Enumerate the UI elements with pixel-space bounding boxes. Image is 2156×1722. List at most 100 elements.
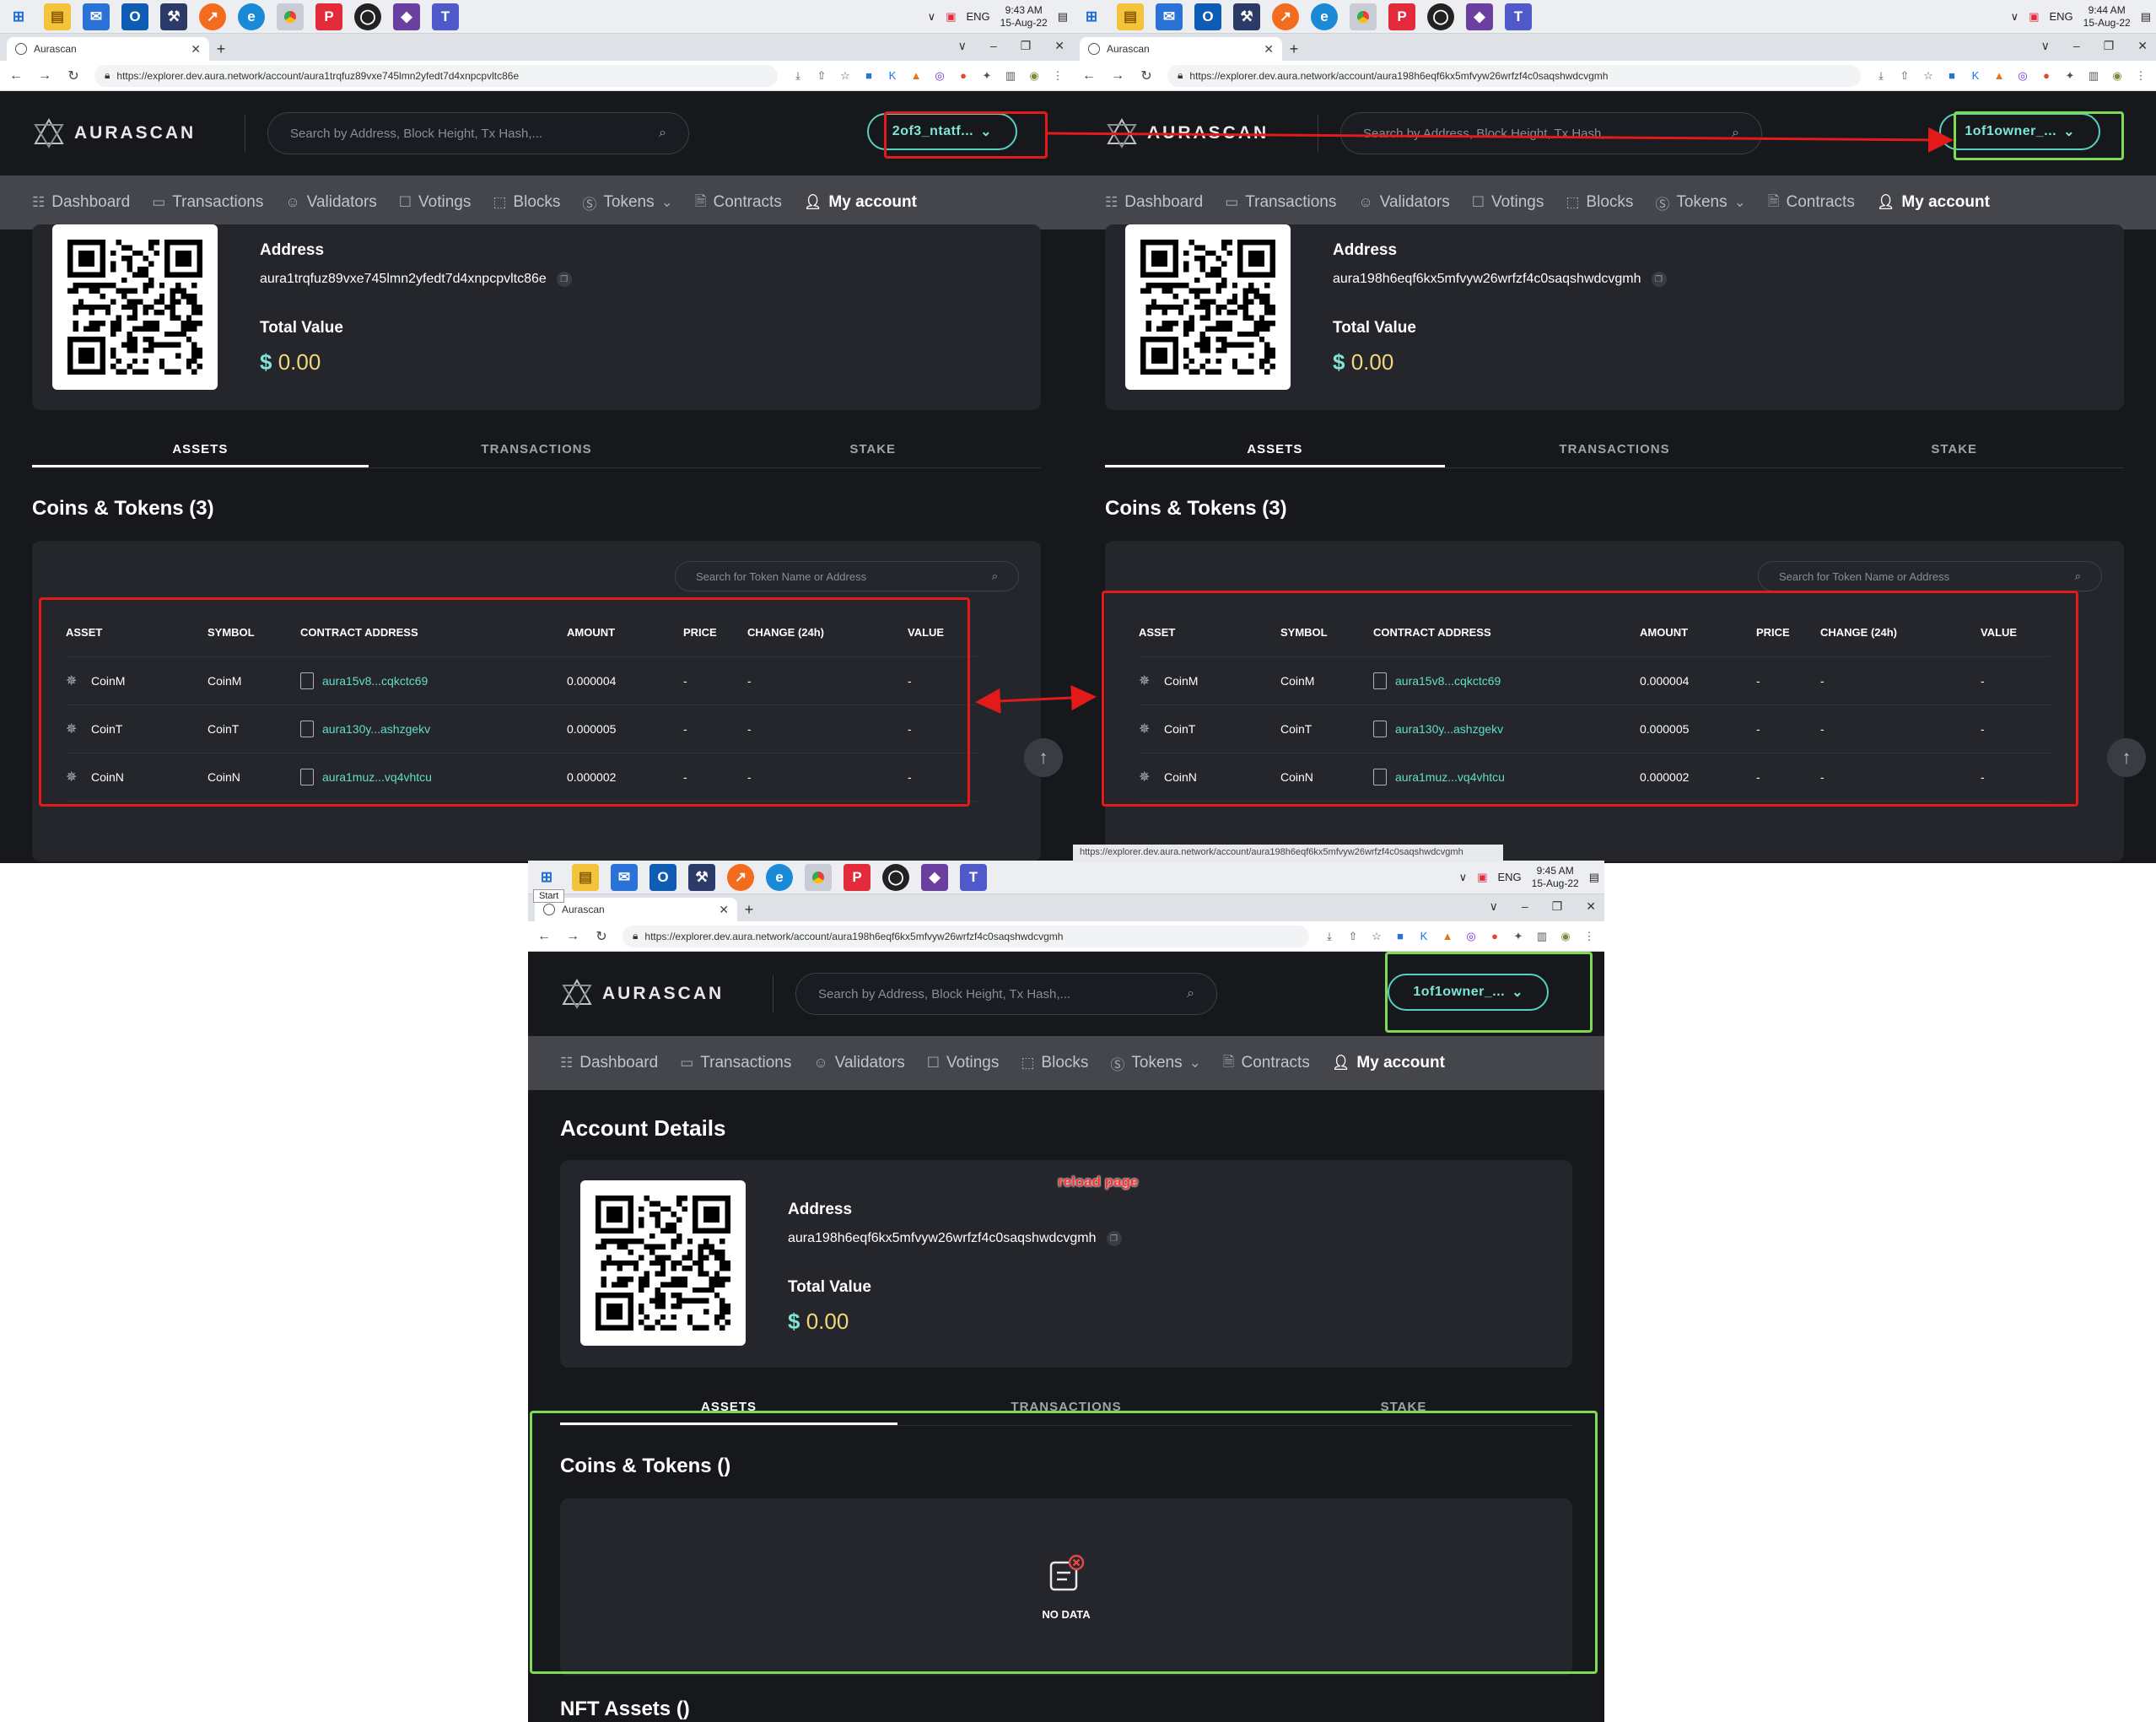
search-icon[interactable]: ⌕ — [659, 126, 666, 141]
tray-chevron-icon[interactable]: ∨ — [2011, 10, 2019, 24]
ring-icon[interactable]: ◯ — [354, 3, 381, 30]
copy-icon[interactable]: ❐ — [1651, 272, 1667, 287]
nav-validators[interactable]: ☺ Validators — [285, 193, 376, 212]
search-icon[interactable]: ⌕ — [2075, 570, 2081, 583]
wallet-account-button[interactable]: 1of1owner_... ⌄ — [1939, 113, 2100, 150]
k-extension-icon[interactable]: K — [1417, 930, 1431, 942]
edge-icon[interactable]: e — [1311, 3, 1338, 30]
k-extension-icon[interactable]: K — [886, 69, 899, 82]
tab-transactions[interactable]: TRANSACTIONS — [897, 1400, 1235, 1425]
k-extension-icon[interactable]: K — [1969, 69, 1982, 82]
table-row[interactable]: ✵ CoinN CoinN aura1muz...vq4vhtcu 0.00000… — [66, 753, 977, 802]
file-explorer-icon[interactable]: ▤ — [1117, 3, 1144, 30]
nav-blocks[interactable]: ⬚ Blocks — [1021, 1054, 1088, 1072]
back-icon[interactable]: ← — [1081, 68, 1097, 84]
extensions-puzzle-icon[interactable]: ✦ — [980, 69, 994, 83]
color-extension-icon[interactable]: ● — [957, 69, 970, 82]
profile-avatar-icon[interactable]: ◉ — [1559, 930, 1572, 943]
back-icon[interactable]: ← — [536, 929, 552, 944]
asset-name[interactable]: CoinN — [1164, 770, 1197, 784]
nav-contracts[interactable]: 🗎︎ Contracts — [1223, 1051, 1310, 1076]
nav-dashboard[interactable]: ☷ Dashboard — [32, 193, 130, 212]
devtool-icon[interactable]: ⚒ — [160, 3, 187, 30]
nav-tokens[interactable]: Ⓢ Tokens ⌄ — [582, 192, 672, 213]
asset-name[interactable]: CoinM — [1164, 674, 1198, 688]
file-explorer-icon[interactable]: ▤ — [44, 3, 71, 30]
extensions-puzzle-icon[interactable]: ✦ — [1512, 930, 1525, 943]
tab-assets[interactable]: ASSETS — [560, 1400, 897, 1425]
token-search-input[interactable]: Search for Token Name or Address ⌕ — [675, 561, 1019, 591]
browser-tab[interactable]: Aurascan ✕ — [1080, 37, 1282, 61]
tab-close-icon[interactable]: ✕ — [719, 903, 729, 917]
new-tab-button[interactable]: + — [209, 37, 233, 61]
edge-icon[interactable]: e — [238, 3, 265, 30]
nav-validators[interactable]: ☺ Validators — [813, 1054, 904, 1072]
contract-link[interactable]: aura130y...ashzgekv — [322, 722, 430, 736]
color-extension-icon[interactable]: ● — [1488, 930, 1501, 942]
sidepanel-icon[interactable]: ▥ — [2087, 69, 2100, 83]
contract-link[interactable]: aura15v8...cqkctc69 — [1395, 674, 1501, 688]
scroll-to-top-button[interactable]: ↑ — [1024, 738, 1063, 777]
install-icon[interactable]: ⤓ — [1874, 69, 1888, 83]
close-window-icon[interactable]: ✕ — [1586, 899, 1596, 914]
nav-contracts[interactable]: 🗎︎ Contracts — [1768, 191, 1855, 215]
global-search-input[interactable]: Search by Address, Block Height, Tx Hash… — [267, 112, 689, 154]
wallet-extension-icon[interactable]: ◎ — [933, 69, 946, 83]
share-icon[interactable]: ⇧ — [815, 69, 828, 83]
tab-close-icon[interactable]: ✕ — [1264, 42, 1274, 57]
notification-icon[interactable]: ▤ — [1058, 10, 1068, 24]
teams-icon[interactable]: T — [432, 3, 459, 30]
nav-blocks[interactable]: ⬚ Blocks — [1566, 193, 1633, 212]
search-icon[interactable]: ⌕ — [992, 570, 998, 583]
tray-app-icon[interactable]: ▣ — [946, 10, 956, 24]
minimize-icon[interactable]: – — [990, 39, 997, 53]
table-row[interactable]: ✵ CoinT CoinT aura130y...ashzgekv 0.00000… — [1139, 705, 2050, 753]
new-tab-button[interactable]: + — [1282, 37, 1306, 61]
install-icon[interactable]: ⤓ — [791, 69, 805, 83]
pdf-icon[interactable]: P — [844, 863, 870, 891]
bookmark-star-icon[interactable]: ☆ — [1922, 69, 1935, 83]
outlook-icon[interactable]: O — [649, 863, 676, 891]
translate-icon[interactable]: ■ — [862, 69, 876, 82]
tab-stake[interactable]: STAKE — [704, 442, 1041, 467]
chrome-menu-icon[interactable]: ⋮ — [1051, 69, 1065, 83]
share-icon[interactable]: ⇧ — [1346, 930, 1360, 943]
taskbar-clock[interactable]: 9:44 AM 15-Aug-22 — [2083, 4, 2131, 30]
contract-link[interactable]: aura1muz...vq4vhtcu — [322, 770, 432, 784]
wallet-account-button[interactable]: 1of1owner_... ⌄ — [1388, 974, 1549, 1011]
notification-icon[interactable]: ▤ — [1589, 871, 1599, 884]
scroll-to-top-button[interactable]: ↑ — [2107, 738, 2146, 777]
browser-tab[interactable]: Aurascan ✕ — [535, 898, 737, 921]
nav-contracts[interactable]: 🗎︎ Contracts — [695, 191, 782, 215]
nav-tokens[interactable]: Ⓢ Tokens ⌄ — [1110, 1053, 1200, 1074]
forward-icon[interactable]: → — [565, 929, 580, 944]
nav-my-account[interactable]: 👤︎ My account — [1877, 193, 1990, 212]
tab-assets[interactable]: ASSETS — [1105, 442, 1445, 467]
back-icon[interactable]: ← — [8, 68, 24, 84]
color-extension-icon[interactable]: ● — [2040, 69, 2053, 82]
asset-name[interactable]: CoinN — [91, 770, 124, 784]
nav-my-account[interactable]: 👤︎ My account — [804, 193, 917, 212]
forward-icon[interactable]: → — [1110, 68, 1125, 84]
jira-icon[interactable]: ◆ — [921, 863, 948, 891]
minimize-icon[interactable]: – — [2073, 39, 2080, 53]
ring-icon[interactable]: ◯ — [882, 863, 909, 891]
nav-votings[interactable]: ☐ Votings — [399, 193, 472, 212]
new-tab-button[interactable]: + — [737, 898, 761, 921]
windows-start-icon[interactable]: ⊞ — [1078, 3, 1105, 30]
teams-icon[interactable]: T — [960, 863, 987, 891]
mail-icon[interactable]: ✉ — [83, 3, 110, 30]
language-indicator[interactable]: ENG — [966, 10, 989, 23]
translate-icon[interactable]: ■ — [1945, 69, 1959, 82]
windows-start-icon[interactable]: ⊞ — [533, 864, 560, 891]
contract-link[interactable]: aura1muz...vq4vhtcu — [1395, 770, 1505, 784]
tray-app-icon[interactable]: ▣ — [1477, 871, 1487, 884]
outlook-icon[interactable]: O — [121, 3, 148, 30]
tray-chevron-icon[interactable]: ∨ — [928, 10, 936, 24]
nav-my-account[interactable]: 👤︎ My account — [1332, 1054, 1445, 1072]
install-icon[interactable]: ⤓ — [1323, 930, 1336, 943]
edge-icon[interactable]: e — [766, 863, 793, 891]
reload-icon[interactable]: ↻ — [66, 67, 81, 84]
wallet-extension-icon[interactable]: ◎ — [2016, 69, 2029, 83]
chrome-menu-icon[interactable]: ⋮ — [1582, 930, 1596, 943]
